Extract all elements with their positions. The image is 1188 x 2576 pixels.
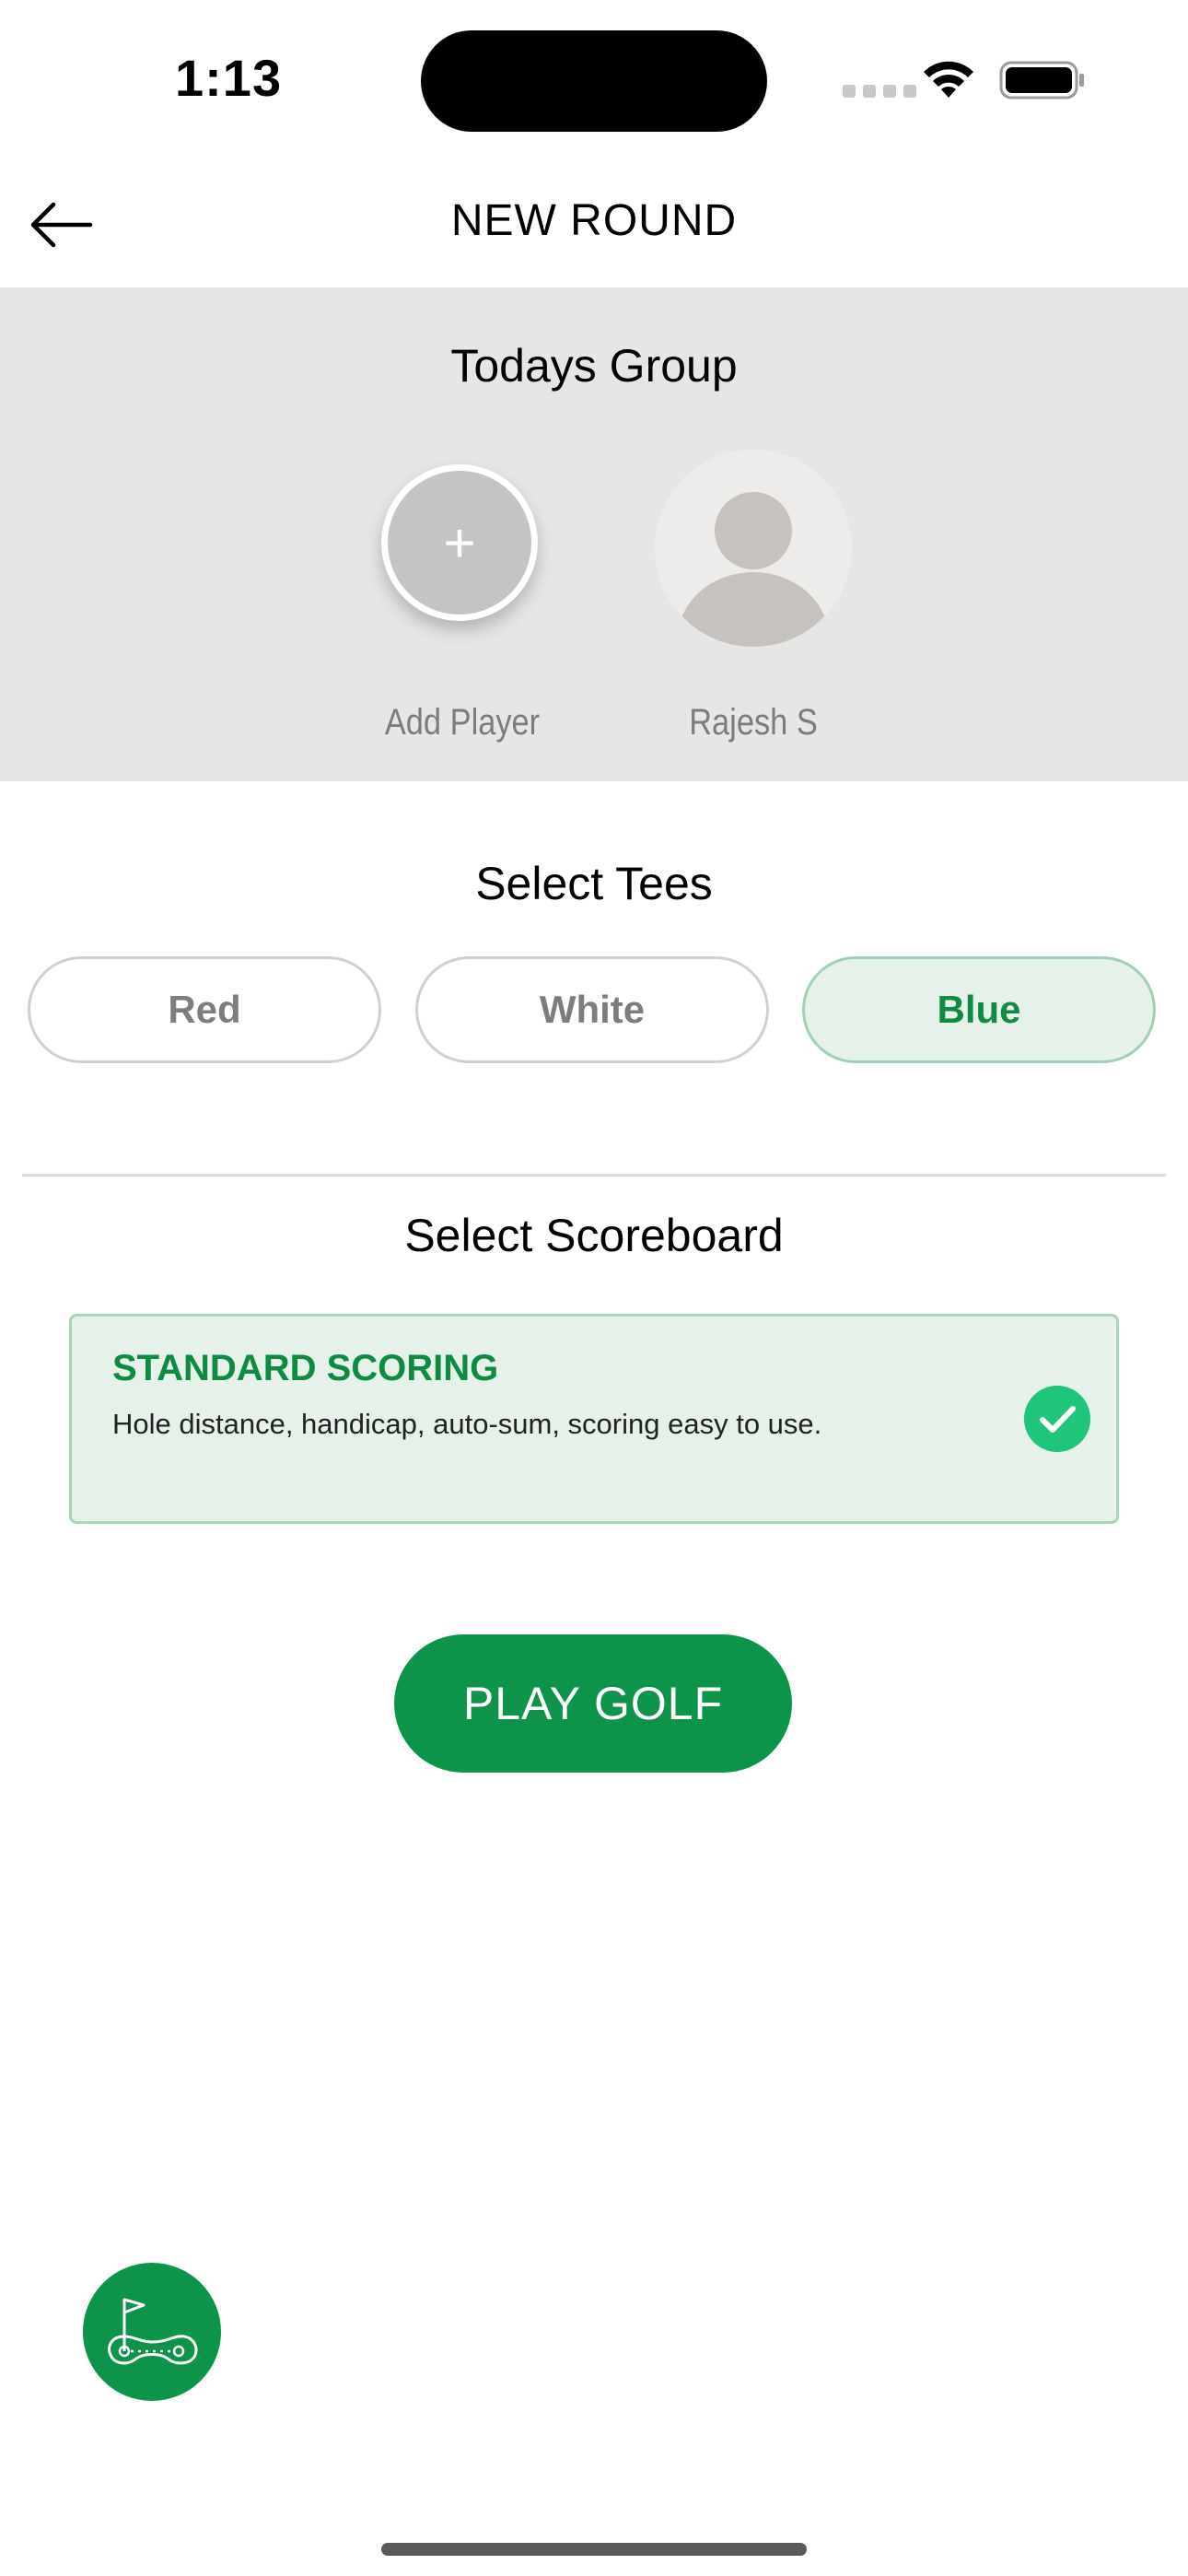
select-tees-title: Select Tees xyxy=(475,858,713,909)
dynamic-island xyxy=(421,30,767,132)
play-golf-button[interactable]: PLAY GOLF xyxy=(394,1634,792,1773)
wifi-icon xyxy=(924,61,973,98)
checkmark-icon xyxy=(1024,1386,1090,1452)
status-time: 1:13 xyxy=(175,49,283,107)
tee-option-white[interactable]: White xyxy=(415,956,769,1063)
player-name: Rajesh S xyxy=(689,702,818,743)
battery-icon xyxy=(999,61,1084,100)
group-title: Todays Group xyxy=(450,340,738,392)
add-player-button[interactable]: + xyxy=(381,464,538,621)
avatar[interactable] xyxy=(655,450,852,647)
page-title: NEW ROUND xyxy=(450,196,738,245)
golf-flag-course-icon xyxy=(108,2298,198,2365)
select-scoreboard-title: Select Scoreboard xyxy=(404,1210,784,1261)
scoreboard-option-title: STANDARD SCORING xyxy=(112,1348,499,1388)
add-player-label: Add Player xyxy=(384,702,541,743)
section-divider xyxy=(22,1174,1166,1177)
cellular-signal-icon xyxy=(843,85,916,98)
tee-option-red[interactable]: Red xyxy=(28,956,381,1063)
tee-option-blue[interactable]: Blue xyxy=(802,956,1156,1063)
home-indicator xyxy=(381,2543,807,2556)
scoreboard-option-description: Hole distance, handicap, auto-sum, scori… xyxy=(112,1408,822,1440)
golf-course-fab[interactable] xyxy=(83,2263,221,2401)
plus-icon: + xyxy=(443,511,476,574)
person-placeholder-icon xyxy=(678,492,829,647)
